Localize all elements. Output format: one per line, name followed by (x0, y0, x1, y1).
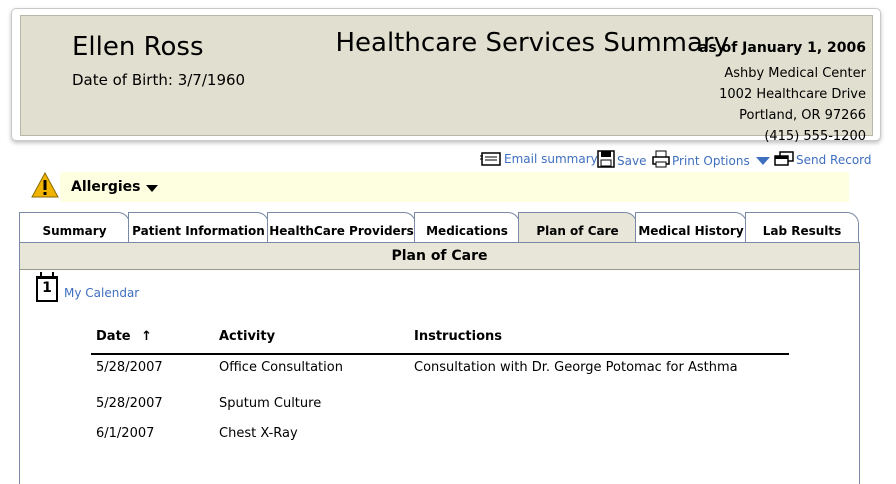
report-title: Healthcare Services Summary (335, 28, 729, 58)
plan-of-care-panel: Plan of Care 1 My Calendar Date ↑ Activi… (19, 242, 860, 484)
row-activity: Sputum Culture (219, 396, 322, 411)
calendar-icon: 1 (36, 272, 58, 302)
provider-address: Ashby Medical Center 1002 Healthcare Dri… (719, 63, 866, 147)
tab-plan-of-care[interactable]: Plan of Care (518, 212, 637, 242)
tab-lab-results[interactable]: Lab Results (745, 212, 859, 242)
table-row[interactable]: 6/1/2007 Chest X-Ray (91, 426, 789, 446)
floppy-disk-icon (597, 150, 615, 168)
email-icon (480, 152, 501, 166)
email-summary-button[interactable]: Email summary (480, 152, 598, 166)
address-line: Portland, OR 97266 (739, 108, 866, 123)
send-record-button[interactable]: Send Record (774, 151, 872, 167)
date-of-birth: Date of Birth: 3/7/1960 (72, 71, 245, 89)
allergies-dropdown[interactable]: Allergies (71, 179, 159, 195)
warning-icon (31, 172, 59, 198)
my-calendar-link[interactable]: My Calendar (64, 286, 139, 300)
patient-name: Ellen Ross (72, 32, 204, 62)
allergies-label: Allergies (71, 179, 141, 195)
printer-icon (652, 150, 670, 168)
email-summary-label: Email summary (504, 152, 598, 166)
date-header-label: Date (96, 329, 131, 344)
table-row[interactable]: 5/28/2007 Office Consultation Consultati… (91, 360, 789, 380)
tab-medical-history[interactable]: Medical History (635, 212, 747, 242)
row-date: 6/1/2007 (96, 426, 155, 441)
address-line: Ashby Medical Center (724, 66, 866, 81)
row-date: 5/28/2007 (96, 360, 163, 375)
send-record-icon (774, 151, 794, 166)
header-divider (91, 353, 789, 355)
tab-summary[interactable]: Summary (19, 212, 130, 242)
sort-ascending-icon: ↑ (141, 329, 153, 344)
section-title: Plan of Care (20, 242, 859, 270)
address-line: 1002 Healthcare Drive (719, 87, 866, 102)
allergies-bar: Allergies (60, 172, 849, 202)
date-column-header[interactable]: Date ↑ (96, 329, 152, 344)
dob-value: 3/7/1960 (177, 71, 246, 89)
tab-bar: Summary Patient Information HealthCare P… (19, 212, 859, 242)
tab-medications[interactable]: Medications (414, 212, 520, 242)
header-inner: Ellen Ross Date of Birth: 3/7/1960 Healt… (20, 15, 873, 144)
save-button[interactable]: Save (597, 150, 646, 168)
dob-label: Date of Birth: (72, 71, 173, 89)
instructions-column-header[interactable]: Instructions (414, 329, 502, 344)
header-panel: Ellen Ross Date of Birth: 3/7/1960 Healt… (11, 8, 881, 144)
caret-down-icon (146, 184, 159, 192)
as-of-date: as of January 1, 2006 (698, 40, 866, 56)
table-row[interactable]: 5/28/2007 Sputum Culture (91, 396, 789, 416)
send-record-label: Send Record (796, 153, 872, 167)
activity-column-header[interactable]: Activity (219, 329, 275, 344)
row-activity: Chest X-Ray (219, 426, 298, 441)
row-activity: Office Consultation (219, 360, 343, 375)
row-instructions: Consultation with Dr. George Potomac for… (414, 360, 738, 375)
row-date: 5/28/2007 (96, 396, 163, 411)
save-label: Save (617, 153, 647, 168)
tab-patient-information[interactable]: Patient Information (128, 212, 269, 242)
chevron-down-icon (755, 157, 770, 165)
tab-healthcare-providers[interactable]: HealthCare Providers (267, 212, 416, 242)
my-calendar[interactable]: 1 My Calendar (36, 272, 139, 302)
print-options-button[interactable]: Print Options (652, 150, 772, 168)
address-line: (415) 555-1200 (764, 129, 866, 144)
action-toolbar: Email summary Save Print Options Send Re… (0, 150, 896, 174)
print-options-label: Print Options (672, 153, 750, 168)
